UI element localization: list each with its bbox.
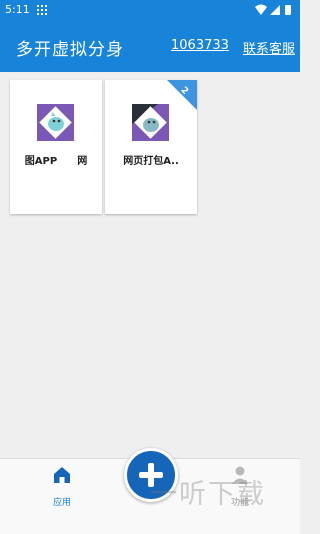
app-card[interactable]: 图APP 网 [10,80,102,214]
battery-icon [285,5,291,15]
status-time: 5:11 [5,3,30,16]
app-icon [37,104,74,141]
wifi-icon [255,4,267,15]
account-id-link[interactable]: 1063733 [171,38,229,53]
status-icons [255,4,291,15]
signal-icon [270,5,280,15]
watermark: 一听下载 [150,479,266,510]
app-icon [132,104,169,141]
home-icon [54,467,70,483]
page-title: 多开虚拟分身 [16,40,124,60]
app-bar: 多开虚拟分身 1063733 联系客服 [0,20,300,72]
contact-support-link[interactable]: 联系客服 [243,38,295,57]
app-label: 网页打包A.. [123,156,179,167]
app-card[interactable]: 2 网页打包A.. [105,80,197,214]
app-label: 图APP 网 [24,156,88,167]
grid-icon [37,5,47,15]
nav-tab-apps-label: 应用 [52,498,71,508]
nav-tab-apps[interactable]: 应用 [44,465,80,508]
status-bar: 5:11 [0,0,300,20]
